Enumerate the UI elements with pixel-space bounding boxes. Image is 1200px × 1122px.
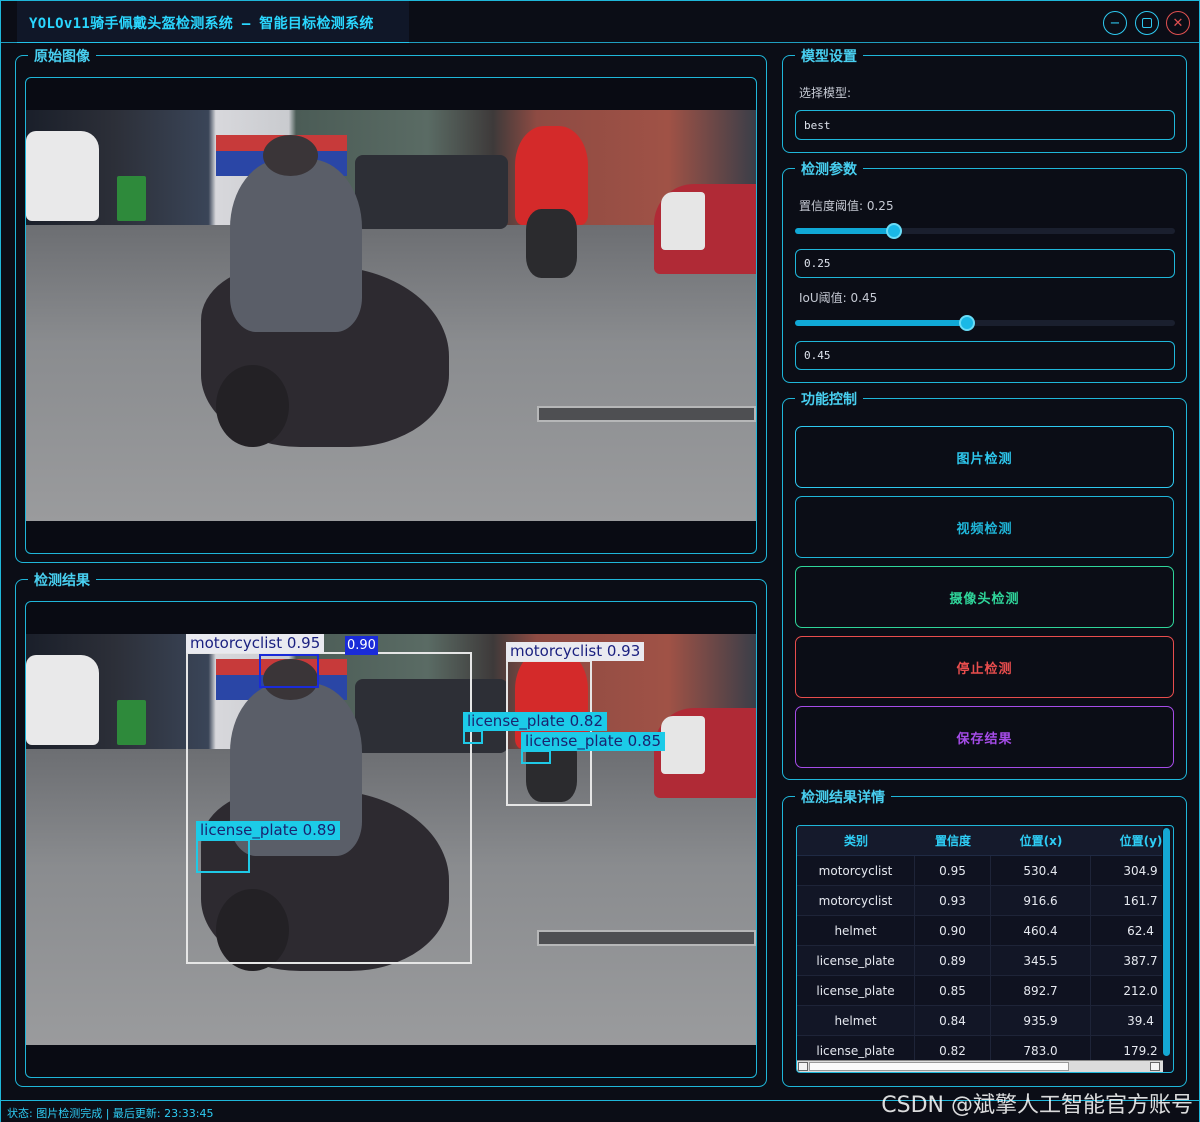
result-image-panel: 检测结果 motorcyclist 0.95 0.90 motorcyclist…	[15, 570, 767, 1087]
detection-params-title: 检测参数	[795, 159, 863, 179]
model-select[interactable]: best	[795, 110, 1175, 140]
detection-params-panel: 检测参数 置信度阈值: 0.25 0.25 IoU阈值: 0.45 0.45	[782, 159, 1187, 383]
column-header-confidence[interactable]: 置信度	[915, 826, 991, 856]
table-cell: 935.9	[991, 1006, 1091, 1036]
model-settings-panel: 模型设置 选择模型: best	[782, 46, 1187, 153]
stop-detect-button[interactable]: 停止检测	[795, 636, 1174, 698]
iou-slider-handle[interactable]	[959, 315, 975, 331]
table-cell: helmet	[797, 1006, 915, 1036]
confidence-slider-fill	[795, 228, 894, 234]
detection-label: motorcyclist 0.95	[186, 634, 325, 653]
iou-slider[interactable]	[795, 315, 1175, 331]
table-cell: license_plate	[797, 946, 915, 976]
iou-label: IoU阈值: 0.45	[799, 291, 878, 305]
confidence-slider-handle[interactable]	[886, 223, 902, 239]
table-cell: 0.93	[915, 886, 991, 916]
table-horizontal-scrollbar[interactable]	[797, 1060, 1163, 1072]
column-header-class[interactable]: 类别	[797, 826, 915, 856]
close-button[interactable]: ✕	[1166, 11, 1190, 35]
detection-box-license-plate: license_plate 0.89	[196, 821, 341, 873]
table-cell: 0.90	[915, 916, 991, 946]
confidence-input[interactable]: 0.25	[795, 249, 1175, 278]
detection-label: license_plate 0.89	[196, 821, 341, 840]
function-controls-title: 功能控制	[795, 389, 863, 409]
table-cell: 0.89	[915, 946, 991, 976]
table-cell: 460.4	[991, 916, 1091, 946]
table-row[interactable]: motorcyclist 0.95 530.4 304.9	[797, 856, 1163, 886]
close-icon: ✕	[1172, 15, 1184, 31]
image-detect-button[interactable]: 图片检测	[795, 426, 1174, 488]
horizontal-scroll-thumb[interactable]	[809, 1062, 1069, 1071]
confidence-slider[interactable]	[795, 223, 1175, 239]
original-image	[26, 110, 756, 521]
camera-detect-button[interactable]: 摄像头检测	[795, 566, 1174, 628]
table-row[interactable]: helmet 0.90 460.4 62.4	[797, 916, 1163, 946]
window-title: YOLOv11骑手佩戴头盔检测系统 – 智能目标检测系统	[29, 16, 374, 32]
table-cell: 916.6	[991, 886, 1091, 916]
detection-label: motorcyclist 0.93	[506, 642, 645, 661]
table-row[interactable]: license_plate 0.85 892.7 212.0	[797, 976, 1163, 1006]
iou-input[interactable]: 0.45	[795, 341, 1175, 370]
iou-slider-fill	[795, 320, 967, 326]
detection-label: license_plate 0.85	[521, 732, 666, 751]
minimize-button[interactable]: −	[1103, 11, 1127, 35]
table-cell: helmet	[797, 916, 915, 946]
scroll-right-icon[interactable]	[1150, 1062, 1160, 1071]
table-cell: 530.4	[991, 856, 1091, 886]
table-row[interactable]: motorcyclist 0.93 916.6 161.7	[797, 886, 1163, 916]
table-cell: motorcyclist	[797, 856, 915, 886]
table-cell: 345.5	[991, 946, 1091, 976]
title-bar[interactable]: YOLOv11骑手佩戴头盔检测系统 – 智能目标检测系统 − ✕	[1, 1, 1199, 43]
video-detect-button[interactable]: 视频检测	[795, 496, 1174, 558]
table-cell: 0.84	[915, 1006, 991, 1036]
result-image: motorcyclist 0.95 0.90 motorcyclist 0.93…	[26, 634, 756, 1045]
original-image-frame	[25, 77, 757, 554]
table-header: 类别 置信度 位置(x) 位置(y)	[797, 826, 1163, 856]
detection-box-motorcyclist: motorcyclist 0.95	[186, 634, 472, 964]
table-vertical-scrollbar[interactable]	[1162, 828, 1171, 1056]
detection-details-title: 检测结果详情	[795, 787, 891, 807]
status-text: 状态: 图片检测完成 | 最后更新: 23:33:45	[7, 1107, 214, 1120]
detection-results-table[interactable]: 类别 置信度 位置(x) 位置(y) motorcyclist 0.95 530.4…	[796, 825, 1174, 1073]
maximize-icon	[1142, 18, 1152, 28]
table-cell: motorcyclist	[797, 886, 915, 916]
result-image-frame: motorcyclist 0.95 0.90 motorcyclist 0.93…	[25, 601, 757, 1078]
detection-box-helmet: 0.90	[259, 636, 378, 688]
save-result-button[interactable]: 保存结果	[795, 706, 1174, 768]
table-row[interactable]: license_plate 0.89 345.5 387.7	[797, 946, 1163, 976]
detection-label: 0.90	[345, 636, 378, 655]
detection-box-license-plate: license_plate 0.82	[463, 712, 608, 744]
table-cell: license_plate	[797, 976, 915, 1006]
column-header-x[interactable]: 位置(x)	[991, 826, 1091, 856]
table-cell: 0.95	[915, 856, 991, 886]
confidence-label: 置信度阈值: 0.25	[799, 199, 894, 213]
minimize-icon: −	[1109, 15, 1121, 31]
model-settings-title: 模型设置	[795, 46, 863, 66]
model-select-label: 选择模型:	[799, 86, 852, 100]
result-image-title: 检测结果	[28, 570, 96, 590]
table-row[interactable]: helmet 0.84 935.9 39.4	[797, 1006, 1163, 1036]
scroll-left-icon[interactable]	[798, 1062, 808, 1071]
app-window: YOLOv11骑手佩戴头盔检测系统 – 智能目标检测系统 − ✕ 原始图像 检测…	[0, 0, 1200, 1122]
maximize-button[interactable]	[1135, 11, 1159, 35]
detection-label: license_plate 0.82	[463, 712, 608, 731]
original-image-title: 原始图像	[28, 46, 96, 66]
original-image-panel: 原始图像	[15, 46, 767, 563]
vertical-scroll-thumb[interactable]	[1163, 828, 1170, 1056]
table-cell: 892.7	[991, 976, 1091, 1006]
table-cell: 0.85	[915, 976, 991, 1006]
watermark: CSDN @斌擎人工智能官方账号	[881, 1093, 1193, 1118]
detection-box-license-plate: license_plate 0.85	[521, 732, 666, 764]
